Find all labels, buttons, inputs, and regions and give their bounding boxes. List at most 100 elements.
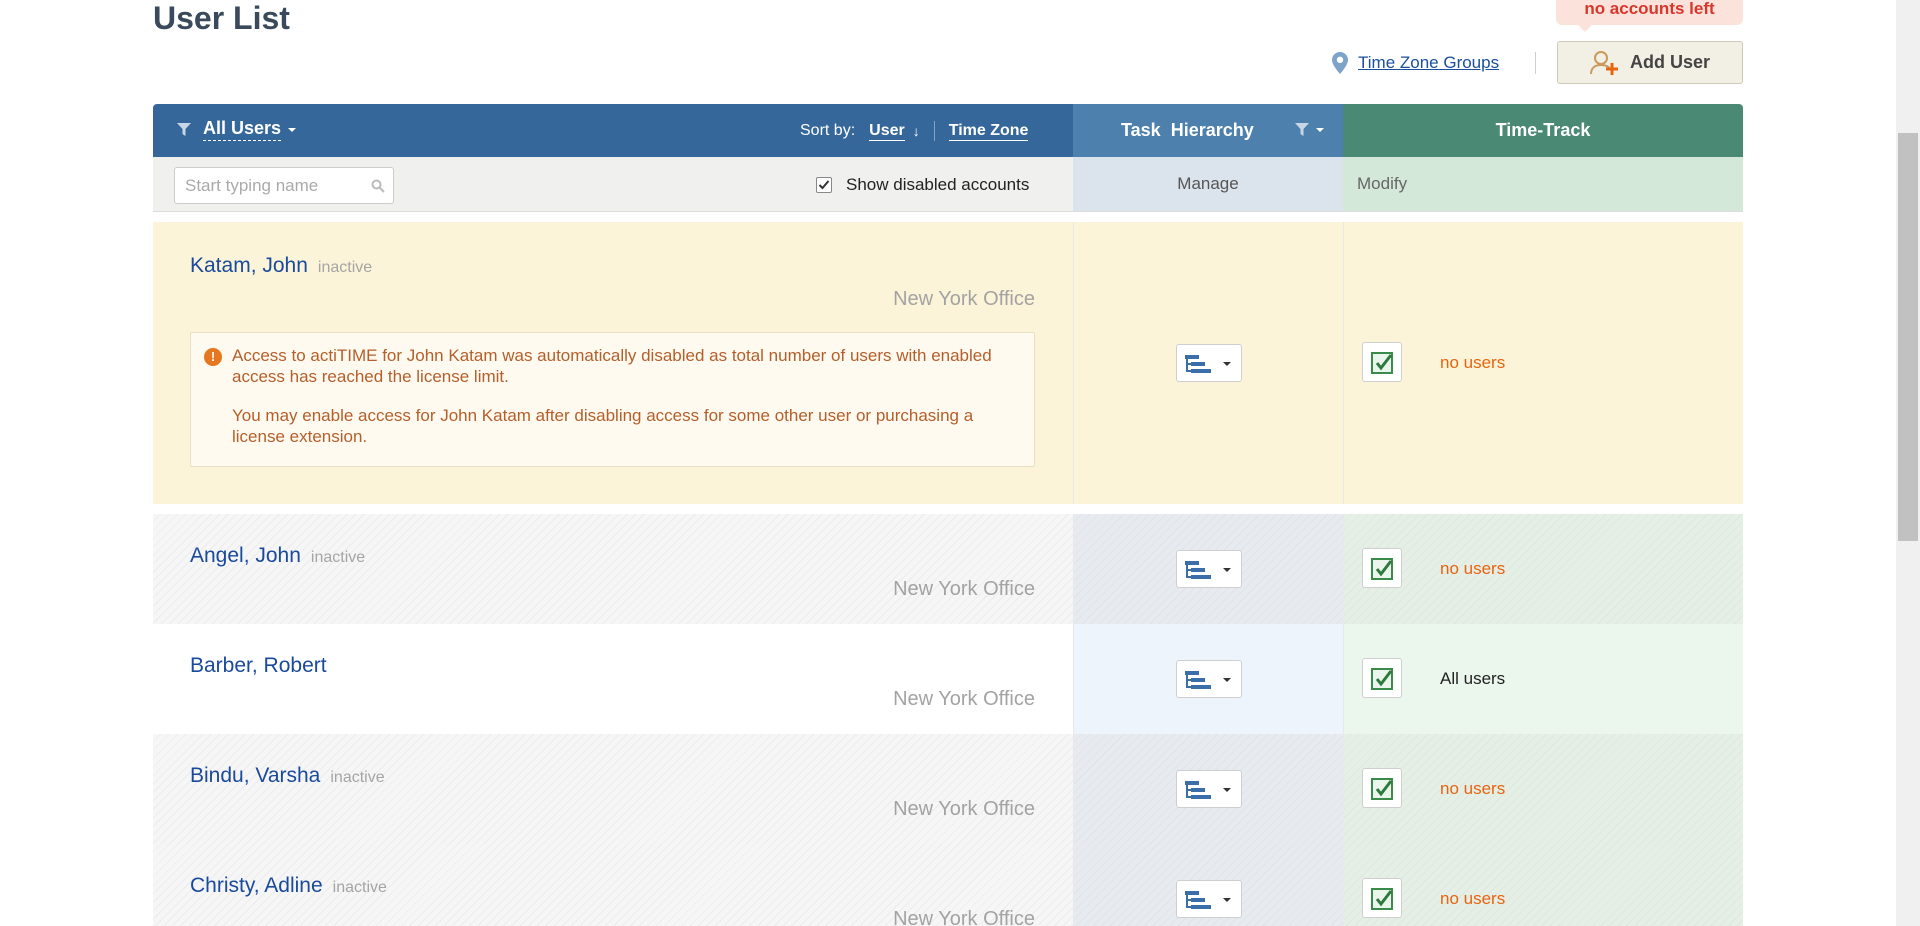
checklist-icon [1371, 778, 1393, 800]
task-hierarchy-cell [1073, 514, 1343, 624]
search-icon [371, 179, 385, 193]
user-cell: Christy, Adline inactive New York Office [153, 844, 1073, 926]
hierarchy-icon [1185, 781, 1211, 799]
task-hierarchy-cell [1073, 222, 1343, 504]
time-track-modify-button[interactable] [1362, 768, 1402, 808]
sort-by-time-zone[interactable]: Time Zone [948, 122, 1029, 141]
filter-icon [1295, 123, 1309, 136]
add-user-icon [1589, 50, 1618, 75]
arrow-down-icon: ↓ [912, 123, 920, 139]
show-disabled-checkbox[interactable] [816, 177, 832, 193]
task-hierarchy-cell [1073, 844, 1343, 926]
sort-by: Sort by: User ↓ Time Zone [800, 121, 1029, 141]
hierarchy-icon [1185, 671, 1211, 689]
user-status: inactive [332, 879, 387, 896]
user-name-link[interactable]: Barber, Robert [190, 654, 327, 678]
checkmark-icon [818, 180, 830, 190]
chevron-down-icon [1223, 788, 1231, 792]
user-name: Bindu, Varsha [190, 764, 321, 787]
table-row: Christy, Adline inactive New York Office … [153, 844, 1743, 926]
task-hierarchy-button[interactable] [1176, 770, 1242, 808]
checklist-icon [1371, 888, 1393, 910]
user-name-link[interactable]: Christy, Adline inactive [190, 874, 387, 898]
chevron-down-icon [1223, 678, 1231, 682]
divider [1535, 52, 1536, 74]
user-cell: Katam, John inactive New York Office ! Ac… [153, 222, 1073, 504]
user-status: inactive [310, 549, 366, 566]
checklist-icon [1371, 558, 1393, 580]
time-track-subheader: Modify [1343, 157, 1743, 212]
filter-icon [177, 123, 191, 136]
alert-text-1: Access to actiTIME for John Katam was au… [232, 346, 992, 386]
task-hierarchy-button[interactable] [1176, 660, 1242, 698]
search-input[interactable] [175, 168, 355, 203]
manage-label: Manage [1177, 174, 1239, 193]
time-zone-groups-link[interactable]: Time Zone Groups [1358, 53, 1499, 73]
show-disabled-label: Show disabled accounts [846, 175, 1030, 194]
time-track-status: no users [1440, 779, 1506, 798]
add-user-label: Add User [1629, 52, 1710, 72]
hierarchy-icon [1185, 355, 1211, 373]
user-office: New York Office [893, 288, 1035, 310]
user-search [174, 167, 394, 204]
time-track-modify-button[interactable] [1362, 342, 1402, 382]
time-track-cell: no users [1343, 734, 1743, 844]
user-status: inactive [317, 259, 373, 276]
chevron-down-icon [1223, 362, 1231, 366]
time-track-cell: All users [1343, 624, 1743, 734]
user-name-link[interactable]: Katam, John inactive [190, 254, 372, 278]
warning-icon: ! [204, 348, 222, 366]
time-track-modify-button[interactable] [1362, 548, 1402, 588]
time-track-cell: no users [1343, 514, 1743, 624]
user-cell: Barber, Robert New York Office [153, 624, 1073, 734]
time-track-cell: no users [1343, 844, 1743, 926]
sort-by-label: Sort by: [800, 122, 856, 139]
divider [153, 504, 1743, 514]
modify-label: Modify [1357, 174, 1408, 193]
hierarchy-icon [1185, 891, 1211, 909]
user-cell: Bindu, Varsha inactive New York Office [153, 734, 1073, 844]
time-track-status: no users [1440, 559, 1506, 578]
add-user-button[interactable]: Add User [1557, 41, 1743, 84]
task-hierarchy-button[interactable] [1176, 344, 1242, 382]
task-hierarchy-button[interactable] [1176, 550, 1242, 588]
user-office: New York Office [893, 908, 1035, 926]
user-office: New York Office [893, 798, 1035, 820]
task-hierarchy-cell [1073, 734, 1343, 844]
user-name-link[interactable]: Bindu, Varsha inactive [190, 764, 385, 788]
time-track-modify-button[interactable] [1362, 658, 1402, 698]
alert-text-2: You may enable access for John Katam aft… [232, 406, 974, 446]
all-users-filter-label: All Users [203, 118, 282, 141]
hierarchy-icon [1185, 561, 1211, 579]
user-list-page: User List no accounts left Time Zone Gro… [0, 0, 1920, 926]
task-hierarchy-button[interactable] [1176, 880, 1242, 918]
chevron-down-icon [1223, 568, 1231, 572]
no-accounts-left-badge: no accounts left [1556, 0, 1743, 32]
time-track-status: All users [1440, 669, 1506, 688]
time-track-header: Time-Track [1343, 104, 1743, 157]
time-track-modify-button[interactable] [1362, 878, 1402, 918]
table-row: Barber, Robert New York Office All users [153, 624, 1743, 734]
user-name: Christy, Adline [190, 874, 323, 897]
user-name: Angel, John [190, 544, 301, 567]
user-cell: Angel, John inactive New York Office [153, 514, 1073, 624]
show-disabled-accounts[interactable]: Show disabled accounts [816, 175, 1029, 195]
checklist-icon [1371, 352, 1393, 374]
license-alert: ! Access to actiTIME for John Katam was … [190, 332, 1035, 467]
user-name-link[interactable]: Angel, John inactive [190, 544, 365, 568]
checklist-icon [1371, 668, 1393, 690]
time-zone-groups: Time Zone Groups [1332, 50, 1499, 76]
time-track-title: Time-Track [1495, 120, 1591, 140]
time-track-cell: no users [1343, 222, 1743, 504]
all-users-filter[interactable]: All Users [177, 118, 297, 141]
sort-by-user[interactable]: User [869, 122, 905, 141]
chevron-down-icon [1316, 127, 1324, 132]
table-row: Katam, John inactive New York Office ! Ac… [153, 222, 1743, 504]
map-pin-icon [1332, 52, 1348, 74]
user-name: Barber, Robert [190, 654, 327, 677]
scrollbar-thumb[interactable] [1898, 133, 1918, 541]
table-row: Bindu, Varsha inactive New York Office no… [153, 734, 1743, 844]
page-title: User List [153, 0, 290, 36]
task-hierarchy-filter[interactable] [1295, 123, 1324, 136]
time-track-status: no users [1440, 889, 1506, 908]
